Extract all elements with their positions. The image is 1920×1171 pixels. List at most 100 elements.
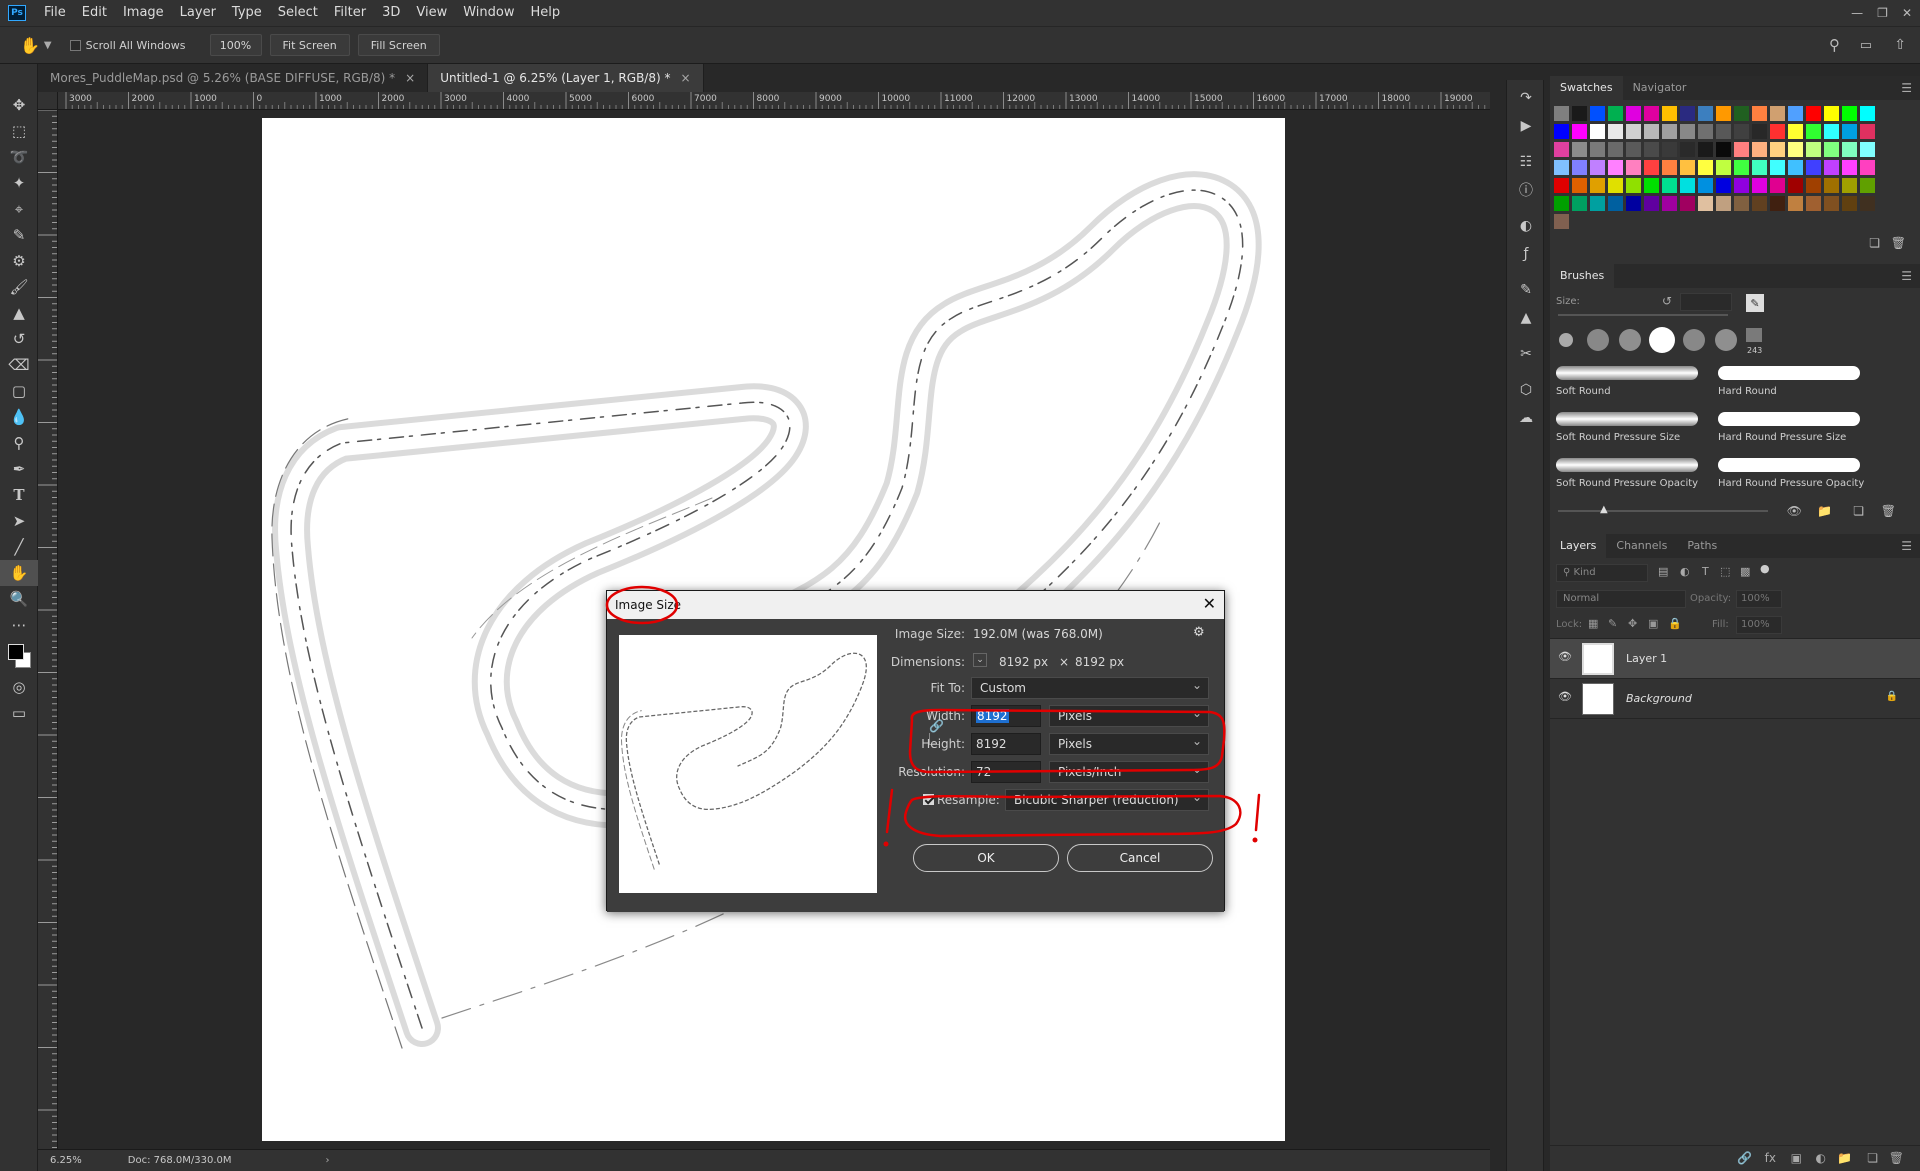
color-swatch[interactable] [1770,124,1785,139]
color-swatch[interactable] [1626,178,1641,193]
resample-checkbox[interactable] [923,794,934,805]
color-swatch[interactable] [1824,178,1839,193]
ok-button[interactable]: OK [913,844,1059,872]
brush-size-field[interactable] [1680,293,1732,311]
filter-toggle-icon[interactable]: ● [1760,562,1770,575]
lock-all-icon[interactable]: 🔒 [1668,617,1682,630]
link-layers-icon[interactable]: 🔗 [1737,1151,1752,1165]
menu-3d[interactable]: 3D [374,0,408,26]
color-swatch[interactable] [1608,106,1623,121]
width-unit-select[interactable]: Pixels [1049,705,1209,727]
eraser-tool-icon[interactable]: ⌫ [0,352,38,378]
color-swatch[interactable] [1734,106,1749,121]
color-swatch[interactable] [1716,106,1731,121]
color-swatch[interactable] [1860,196,1875,211]
color-swatch[interactable] [1572,178,1587,193]
color-swatch[interactable] [1860,142,1875,157]
color-swatch[interactable] [1554,160,1569,175]
minimize-icon[interactable]: — [1851,6,1863,20]
color-swatch[interactable] [1734,196,1749,211]
color-swatch[interactable] [1752,178,1767,193]
color-swatches[interactable] [0,638,37,674]
color-swatch[interactable] [1752,124,1767,139]
tab-paths[interactable]: Paths [1677,534,1727,558]
ruler-horizontal[interactable]: 3000 2000 1000 0 1000 2000 3000 4000 5000 6000 700… [58,92,1490,110]
filter-pixel-icon[interactable]: ▤ [1658,565,1668,578]
color-swatch[interactable] [1860,106,1875,121]
color-swatch[interactable] [1554,214,1569,229]
quick-mask-icon[interactable]: ◎ [0,674,38,700]
new-brush-preset-icon[interactable]: ❏ [1853,504,1864,518]
color-swatch[interactable] [1734,142,1749,157]
brush-tool-icon[interactable]: 🖌 [0,274,38,300]
menu-select[interactable]: Select [270,0,326,26]
libraries-icon[interactable]: ☁ [1507,404,1545,432]
new-layer-icon[interactable]: ❏ [1867,1151,1878,1165]
slider-handle-icon[interactable]: ▲ [1600,504,1608,515]
color-swatch[interactable] [1572,106,1587,121]
color-swatch[interactable] [1824,106,1839,121]
color-swatch[interactable] [1572,160,1587,175]
foreground-color[interactable] [8,644,24,660]
color-swatch[interactable] [1716,160,1731,175]
more-tools-icon[interactable]: ⋯ [0,612,38,638]
color-swatch[interactable] [1662,142,1677,157]
lock-transparent-icon[interactable]: ▦ [1588,617,1598,630]
brush-preset[interactable]: Soft Round [1556,360,1706,404]
add-mask-icon[interactable]: ▣ [1791,1151,1802,1165]
layer-row[interactable]: 👁 Layer 1 [1550,639,1920,679]
panel-menu-icon[interactable]: ☰ [1901,81,1912,95]
healing-brush-tool-icon[interactable]: ⚙ [0,248,38,274]
kind-filter-select[interactable]: ⚲ Kind [1556,564,1648,582]
color-swatch[interactable] [1842,196,1857,211]
color-swatch[interactable] [1680,124,1695,139]
color-swatch[interactable] [1788,196,1803,211]
brushes-menu-icon[interactable]: ☰ [1901,269,1912,283]
fill-screen-button[interactable]: Fill Screen [357,34,440,56]
filter-adjustment-icon[interactable]: ◐ [1680,565,1690,578]
adjustments-icon[interactable]: ◐ [1507,212,1545,240]
color-swatch[interactable] [1716,124,1731,139]
blur-tool-icon[interactable]: 💧 [0,404,38,430]
new-brush-icon[interactable]: ✎ [1746,294,1764,312]
tab-navigator[interactable]: Navigator [1623,76,1697,100]
color-swatch[interactable] [1788,142,1803,157]
new-swatch-icon[interactable]: ❏ [1869,236,1880,250]
visibility-eye-icon[interactable]: 👁 [1558,690,1572,703]
close-tab-icon[interactable]: × [405,71,415,85]
color-swatch[interactable] [1644,142,1659,157]
delete-brush-icon[interactable]: 🗑 [1881,504,1896,518]
brush-preset[interactable]: Soft Round Pressure Size [1556,406,1706,450]
color-swatch[interactable] [1608,160,1623,175]
color-swatch[interactable] [1554,178,1569,193]
status-arrow-icon[interactable]: › [326,1155,330,1166]
fit-to-select[interactable]: Custom [971,677,1209,699]
menu-view[interactable]: View [408,0,455,26]
brush-preview-slider[interactable] [1558,510,1768,512]
delete-swatch-icon[interactable]: 🗑 [1891,236,1906,250]
pen-tool-icon[interactable]: ✒ [0,456,38,482]
checkbox-box[interactable] [69,39,81,51]
color-swatch[interactable] [1608,196,1623,211]
toggle-preview-icon[interactable]: 👁 [1787,504,1802,518]
menu-layer[interactable]: Layer [172,0,224,26]
width-field[interactable]: 8192 [971,705,1041,727]
share-icon[interactable]: ⇧ [1894,37,1906,53]
color-swatch[interactable] [1788,160,1803,175]
color-swatch[interactable] [1752,142,1767,157]
marquee-tool-icon[interactable]: ⬚ [0,118,38,144]
new-group-icon[interactable]: 📁 [1817,504,1832,518]
color-swatch[interactable] [1770,160,1785,175]
new-group-folder-icon[interactable]: 📁 [1837,1151,1852,1165]
color-swatch[interactable] [1554,142,1569,157]
dialog-title-bar[interactable]: Image Size ✕ [607,591,1224,619]
color-swatch[interactable] [1644,160,1659,175]
color-swatch[interactable] [1806,142,1821,157]
color-swatch[interactable] [1572,124,1587,139]
color-swatch[interactable] [1806,106,1821,121]
color-swatch[interactable] [1554,196,1569,211]
color-swatch[interactable] [1590,178,1605,193]
color-swatch[interactable] [1554,124,1569,139]
filter-shape-icon[interactable]: ⬚ [1720,565,1730,578]
menu-window[interactable]: Window [455,0,522,26]
